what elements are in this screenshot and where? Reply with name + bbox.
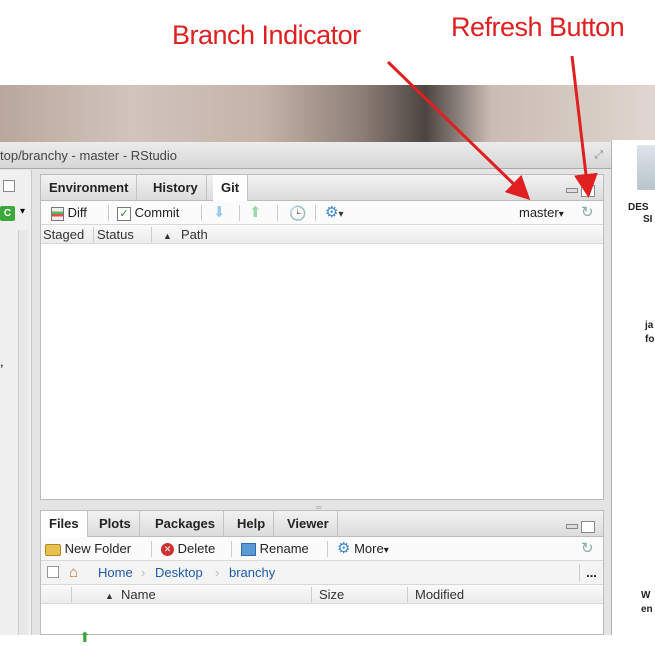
tab-history[interactable]: History — [145, 175, 207, 201]
rstudio-window: top/branchy - master - RStudio ⤢ C ▾ , E… — [0, 142, 612, 645]
toolbar-separator — [315, 205, 316, 221]
pull-arrow-icon[interactable]: ⬇ — [213, 204, 226, 222]
toolbar-separator — [239, 205, 240, 221]
desktop-label: ja — [645, 320, 654, 331]
column-size[interactable]: Size — [319, 586, 344, 603]
delete-icon: ✕ — [161, 543, 174, 557]
delete-button[interactable]: ✕ Delete — [161, 540, 215, 558]
maximize-pane-button[interactable] — [581, 184, 595, 197]
scrollbar[interactable] — [18, 230, 28, 635]
column-divider — [93, 227, 94, 242]
chevron-down-icon[interactable]: ▾ — [20, 206, 25, 217]
gear-icon: ⚙ — [337, 540, 351, 557]
column-modified[interactable]: Modified — [415, 586, 464, 603]
breadcrumb-desktop[interactable]: Desktop — [155, 564, 203, 582]
history-clock-icon[interactable]: 🕒 — [289, 204, 306, 222]
desktop-label: W — [641, 590, 651, 601]
toolbar-separator — [277, 205, 278, 221]
git-column-header: Staged Status ▲ Path — [41, 225, 603, 244]
branch-indicator[interactable]: master▾ — [519, 204, 564, 222]
diff-button[interactable]: Diff — [51, 204, 87, 222]
desktop-file-icon[interactable] — [637, 145, 655, 190]
sort-ascending-icon: ▲ — [163, 231, 172, 241]
desktop-background-photo — [0, 85, 655, 145]
window-titlebar: top/branchy - master - RStudio ⤢ — [0, 142, 611, 169]
column-divider — [311, 587, 312, 602]
git-pane: Environment History Git Diff ✓ Commit ⬇ … — [40, 174, 604, 500]
commit-button[interactable]: ✓ Commit — [117, 204, 179, 222]
column-name[interactable]: Name — [121, 586, 156, 603]
column-divider — [407, 587, 408, 602]
git-toolbar: Diff ✓ Commit ⬇ ⬆ 🕒 ⚙▾ master▾ ↻ — [41, 201, 603, 225]
console-c-badge[interactable]: C — [0, 206, 15, 221]
tab-files[interactable]: Files — [41, 511, 88, 538]
breadcrumb-home[interactable]: Home — [98, 564, 133, 582]
minimize-pane-button[interactable] — [566, 524, 578, 530]
rename-icon — [241, 543, 256, 557]
breadcrumb-separator: › — [215, 565, 220, 580]
select-all-checkbox[interactable] — [47, 566, 59, 578]
column-divider — [71, 587, 72, 602]
breadcrumb-separator: › — [141, 565, 146, 580]
tab-git[interactable]: Git — [213, 175, 249, 202]
annotation-branch-indicator: Branch Indicator — [172, 20, 361, 50]
column-path[interactable]: Path — [181, 226, 208, 243]
desktop-label: DES — [628, 202, 649, 213]
files-breadcrumb-bar: ⌂ Home › Desktop › branchy ... — [41, 561, 603, 585]
desktop-label: SI — [643, 214, 653, 225]
files-toolbar: New Folder ✕ Delete Rename ⚙ More▾ ↻ — [41, 537, 603, 561]
text-fragment: , — [0, 354, 4, 369]
more-button[interactable]: ⚙ More▾ — [337, 540, 389, 558]
gear-icon[interactable]: ⚙▾ — [325, 204, 343, 222]
column-divider — [151, 227, 152, 242]
refresh-icon[interactable]: ↻ — [581, 204, 594, 222]
more-path-button[interactable]: ... — [579, 564, 603, 582]
rename-button[interactable]: Rename — [241, 540, 309, 558]
new-folder-icon — [45, 543, 61, 556]
breadcrumb-branchy[interactable]: branchy — [229, 564, 275, 582]
files-pane-tabs: Files Plots Packages Help Viewer — [41, 511, 603, 538]
annotation-refresh-button: Refresh Button — [451, 12, 625, 42]
column-status[interactable]: Status — [97, 226, 134, 243]
tab-packages[interactable]: Packages — [147, 511, 224, 537]
minimize-pane-button[interactable] — [566, 188, 578, 194]
source-pane-edge: C ▾ , — [0, 170, 32, 635]
git-pane-tabs: Environment History Git — [41, 175, 603, 202]
toolbar-separator — [151, 541, 152, 557]
toolbar-separator — [108, 205, 109, 221]
toolbar-separator — [327, 541, 328, 557]
files-column-header: ▲ Name Size Modified — [41, 585, 603, 604]
desktop-label: fo — [645, 334, 655, 345]
window-title: top/branchy - master - RStudio — [0, 148, 178, 163]
toolbar-separator — [201, 205, 202, 221]
new-folder-button[interactable]: New Folder — [45, 540, 131, 558]
refresh-icon[interactable]: ↻ — [581, 540, 594, 558]
toolbar-separator — [231, 541, 232, 557]
tab-viewer[interactable]: Viewer — [279, 511, 338, 537]
desktop-label: en — [641, 604, 653, 615]
tab-help[interactable]: Help — [229, 511, 275, 537]
files-pane: Files Plots Packages Help Viewer New Fol… — [40, 510, 604, 645]
column-staged[interactable]: Staged — [43, 226, 84, 243]
maximize-icon[interactable] — [3, 180, 15, 192]
home-icon[interactable]: ⌂ — [69, 564, 78, 582]
diff-icon — [51, 206, 64, 221]
tab-environment[interactable]: Environment — [41, 175, 138, 201]
fullscreen-icon[interactable]: ⤢ — [594, 142, 603, 169]
parent-directory-icon[interactable]: ⬆ — [79, 629, 91, 646]
commit-checkbox-icon: ✓ — [117, 206, 131, 221]
tab-plots[interactable]: Plots — [91, 511, 140, 537]
maximize-pane-button[interactable] — [581, 520, 595, 533]
push-arrow-icon[interactable]: ⬆ — [249, 204, 262, 222]
sort-ascending-icon: ▲ — [105, 591, 114, 601]
